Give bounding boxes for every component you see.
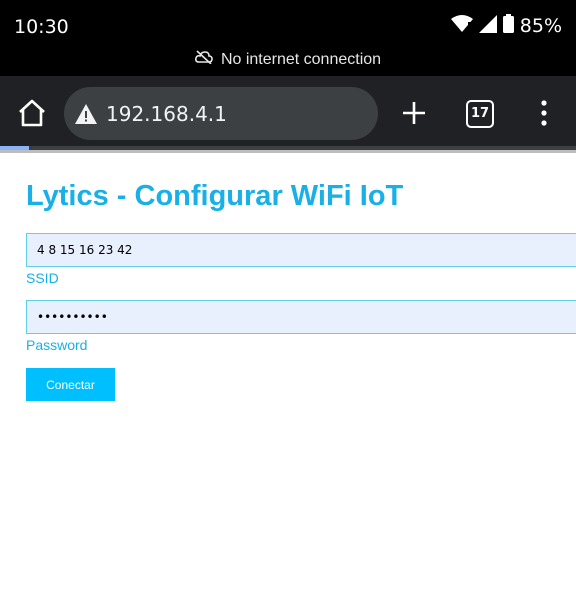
- browser-toolbar: 192.168.4.1 17: [0, 76, 576, 150]
- connect-button[interactable]: Conectar: [26, 368, 115, 401]
- battery-icon: [502, 14, 514, 38]
- wifi-icon: [450, 14, 473, 38]
- network-banner: No internet connection: [0, 50, 576, 69]
- battery-percent: 85%: [519, 15, 562, 37]
- plus-icon[interactable]: [398, 97, 430, 129]
- tabs-icon[interactable]: 17: [466, 100, 494, 128]
- password-label: Password: [26, 337, 88, 353]
- ssid-input[interactable]: 4 8 15 16 23 42: [26, 233, 576, 267]
- status-bar: 10:30 85% No internet connection: [0, 0, 576, 76]
- status-time: 10:30: [14, 16, 69, 38]
- ssid-label: SSID: [26, 270, 59, 286]
- cloud-off-icon: [194, 50, 213, 69]
- network-message: No internet connection: [220, 50, 382, 68]
- page-title: Lytics - Configurar WiFi IoT: [26, 180, 404, 212]
- address-bar[interactable]: 192.168.4.1: [64, 87, 378, 140]
- url-text[interactable]: 192.168.4.1: [106, 102, 227, 126]
- password-input[interactable]: ••••••••••: [26, 300, 576, 334]
- page-content: Lytics - Configurar WiFi IoT 4 8 15 16 2…: [26, 176, 576, 401]
- signal-icon: [478, 14, 497, 38]
- page-top-border: [0, 150, 576, 153]
- more-vertical-icon[interactable]: [532, 96, 556, 130]
- warning-icon[interactable]: [74, 102, 98, 126]
- status-icons: 85%: [450, 14, 562, 38]
- home-icon[interactable]: [16, 97, 48, 129]
